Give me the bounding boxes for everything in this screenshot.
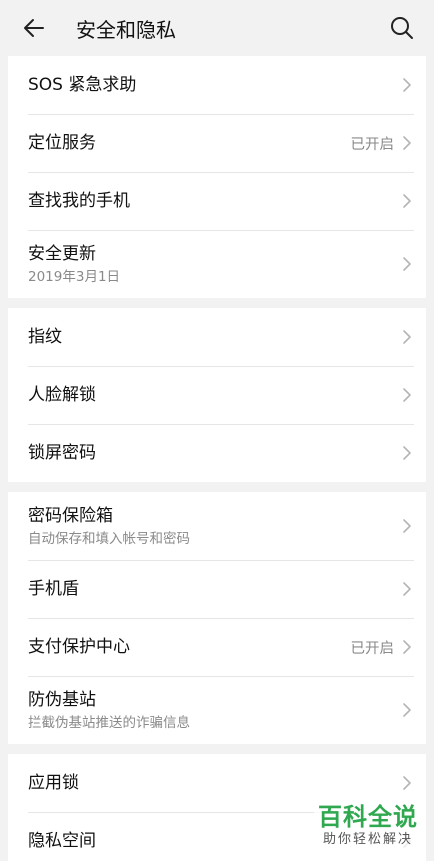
row-label: 定位服务 bbox=[28, 133, 96, 153]
settings-group: 密码保险箱自动保存和填入帐号和密码 手机盾支付保护中心 已开启防伪基站拦截伪基站推送… bbox=[8, 492, 426, 744]
row-text: 手机盾 bbox=[28, 578, 402, 600]
row-label: 人脸解锁 bbox=[28, 385, 96, 405]
row-text: 定位服务 bbox=[28, 132, 351, 154]
settings-row[interactable]: 支付保护中心 已开启 bbox=[8, 618, 426, 676]
row-label: 密码保险箱 bbox=[28, 505, 113, 526]
settings-row[interactable]: 查找我的手机 bbox=[8, 172, 426, 230]
settings-row[interactable]: 密码保险箱自动保存和填入帐号和密码 bbox=[8, 492, 426, 560]
settings-group: SOS 紧急求助 定位服务 已开启查找我的手机 安全更新 2019年3月1日 bbox=[8, 56, 426, 298]
settings-row[interactable]: 安全更新 2019年3月1日 bbox=[8, 230, 426, 298]
row-text: 指纹 bbox=[28, 326, 402, 348]
row-text: 锁屏密码 bbox=[28, 442, 402, 464]
back-button[interactable] bbox=[22, 10, 58, 46]
row-text: 人脸解锁 bbox=[28, 384, 402, 406]
watermark-subtitle: 助你轻松解决 bbox=[322, 832, 413, 847]
row-subtitle: 拦截伪基站推送的诈骗信息 bbox=[28, 714, 190, 731]
row-label: 应用锁 bbox=[28, 773, 79, 793]
row-text: 防伪基站拦截伪基站推送的诈骗信息 bbox=[28, 689, 402, 732]
chevron-right-icon bbox=[402, 77, 412, 93]
settings-row[interactable]: 人脸解锁 bbox=[8, 366, 426, 424]
settings-row[interactable]: 手机盾 bbox=[8, 560, 426, 618]
search-button[interactable] bbox=[384, 10, 420, 46]
row-text: 支付保护中心 bbox=[28, 636, 351, 658]
chevron-right-icon bbox=[402, 387, 412, 403]
watermark-logo: 百科全说 助你轻松解决 bbox=[314, 801, 422, 851]
row-label: SOS 紧急求助 bbox=[28, 75, 137, 95]
row-label: 支付保护中心 bbox=[28, 637, 130, 657]
chevron-right-icon bbox=[402, 329, 412, 345]
arrow-left-icon bbox=[24, 19, 44, 37]
chevron-right-icon bbox=[402, 193, 412, 209]
row-text: 应用锁 bbox=[28, 772, 402, 794]
chevron-right-icon bbox=[402, 445, 412, 461]
settings-row[interactable]: SOS 紧急求助 bbox=[8, 56, 426, 114]
row-label: 安全更新 bbox=[28, 243, 96, 264]
chevron-right-icon bbox=[402, 581, 412, 597]
chevron-right-icon bbox=[402, 135, 412, 151]
page-title: 安全和隐私 bbox=[76, 17, 176, 42]
row-status: 已开启 bbox=[350, 640, 395, 657]
chevron-right-icon bbox=[402, 518, 412, 534]
chevron-right-icon bbox=[402, 256, 412, 272]
watermark-title: 百科全说 bbox=[318, 803, 418, 831]
settings-group: 指纹人脸解锁锁屏密码 bbox=[8, 308, 426, 482]
search-icon bbox=[391, 17, 413, 39]
settings-row[interactable]: 定位服务 已开启 bbox=[8, 114, 426, 172]
settings-row[interactable]: 防伪基站拦截伪基站推送的诈骗信息 bbox=[8, 676, 426, 744]
top-app-bar: 安全和隐私 bbox=[0, 0, 434, 56]
settings-row[interactable]: 锁屏密码 bbox=[8, 424, 426, 482]
row-text: 查找我的手机 bbox=[28, 190, 402, 212]
row-status: 已开启 bbox=[350, 136, 395, 153]
row-subtitle: 自动保存和填入帐号和密码 bbox=[28, 530, 190, 547]
chevron-right-icon bbox=[402, 702, 412, 718]
chevron-right-icon bbox=[402, 775, 412, 791]
row-text: 密码保险箱自动保存和填入帐号和密码 bbox=[28, 505, 402, 548]
settings-row[interactable]: 指纹 bbox=[8, 308, 426, 366]
settings-list: SOS 紧急求助 定位服务 已开启 查找我的手机 安全更新 2019年3月1日 指纹 人脸解锁… bbox=[0, 56, 434, 861]
row-label: 手机盾 bbox=[28, 579, 79, 599]
row-subtitle: 2019年3月1日 bbox=[28, 268, 121, 285]
row-label: 防伪基站 bbox=[28, 689, 96, 710]
row-label: 查找我的手机 bbox=[28, 191, 130, 211]
row-label: 指纹 bbox=[28, 327, 62, 347]
row-text: 安全更新 2019年3月1日 bbox=[28, 243, 402, 286]
chevron-right-icon bbox=[402, 639, 412, 655]
row-text: SOS 紧急求助 bbox=[28, 74, 402, 96]
row-label: 锁屏密码 bbox=[28, 443, 96, 463]
